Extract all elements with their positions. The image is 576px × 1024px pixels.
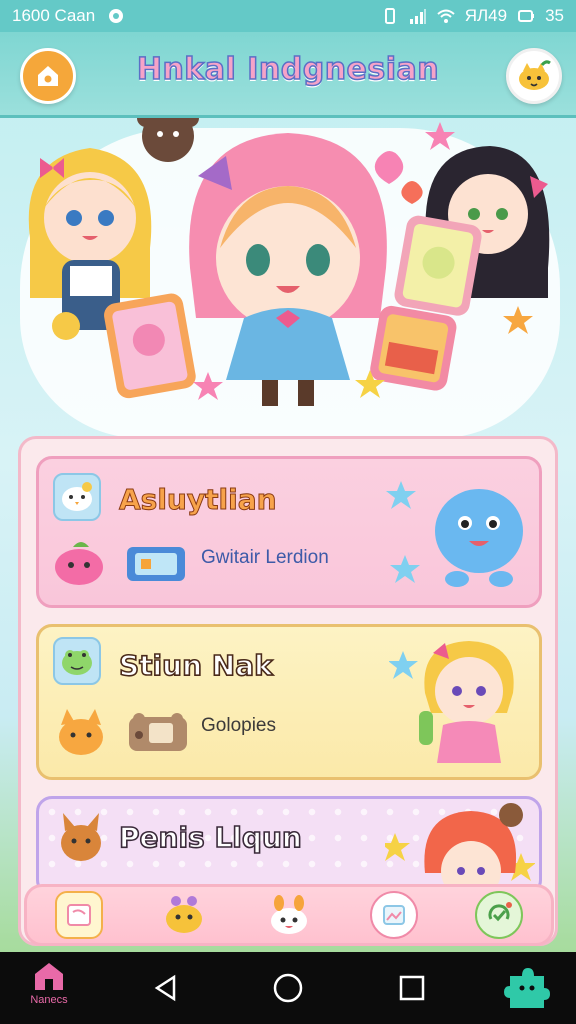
lesson-card-3[interactable]: Penis Llqun — [36, 796, 542, 896]
book-icon — [67, 904, 92, 926]
battery-icon — [518, 10, 535, 22]
tablet-right-bottom — [370, 305, 457, 391]
game-device-icon — [127, 547, 185, 581]
nav-home-button[interactable] — [270, 970, 306, 1006]
nav-back-button[interactable] — [148, 970, 184, 1006]
tab-progress[interactable] — [474, 891, 523, 939]
home-circle-icon — [273, 973, 303, 1003]
wifi-icon — [437, 9, 455, 23]
card-3-title: Penis Llqun — [118, 820, 302, 855]
card-2-subtitle: Golopies — [201, 715, 276, 736]
heart-decoration — [374, 151, 404, 184]
house-icon — [35, 963, 63, 990]
status-bar: 1600 Caan ЯЛ49 35 — [0, 0, 576, 32]
tab-books[interactable] — [55, 891, 104, 939]
tablet-right-top — [394, 215, 482, 316]
star-decoration — [503, 306, 533, 334]
pink-monster-icon — [55, 542, 103, 585]
mascot-icon — [519, 60, 551, 90]
home-button[interactable] — [20, 48, 76, 104]
status-network-text: ЯЛ49 — [464, 6, 508, 25]
star-decoration — [425, 122, 455, 150]
yellow-pet-icon — [166, 896, 203, 933]
card-2-title: Stiun Nak — [118, 648, 273, 683]
red-hair-kid-mascot — [385, 803, 535, 893]
lesson-card-1[interactable]: Asluytlian Gwitair Lerdion — [36, 456, 542, 608]
blue-blob-mascot — [386, 481, 523, 587]
cat-face-decoration — [52, 312, 80, 340]
puzzle-mascot-icon — [504, 968, 550, 1008]
picture-card-icon — [382, 905, 405, 925]
bottom-tab-bar — [24, 884, 554, 946]
tab-cards[interactable] — [369, 891, 418, 939]
star-decoration — [193, 372, 223, 400]
pink-hair-girl-character — [189, 133, 387, 406]
app-title: Hnkal Indgnesian — [136, 51, 440, 88]
nav-recents-button[interactable] — [394, 970, 430, 1006]
frog-icon — [62, 650, 92, 675]
app-header: Hnkal Indgnesian — [0, 32, 576, 118]
tab-friends[interactable] — [265, 891, 313, 939]
system-nav-bar: Nanecs — [0, 952, 576, 1024]
notification-icon — [109, 9, 124, 23]
lesson-card-2[interactable]: Stiun Nak Golopies — [36, 624, 542, 780]
card-1-subtitle: Gwitair Lerdion — [201, 547, 329, 568]
card-1-icon-tile — [53, 473, 101, 521]
signal-icon — [409, 9, 426, 24]
card-2-icon-tile — [53, 637, 101, 685]
retro-console-icon — [129, 713, 187, 751]
back-triangle-icon — [154, 974, 176, 1002]
kangaroo-icon — [61, 813, 101, 861]
battery-level: 35 — [545, 6, 564, 25]
tab-pets[interactable] — [160, 891, 208, 939]
hero-characters — [28, 118, 550, 406]
blonde-kid-mascot — [389, 641, 514, 763]
hero-illustration — [0, 118, 576, 440]
status-time: 1600 Caan — [12, 6, 96, 25]
nav-home-tab[interactable]: Nanecs — [14, 960, 84, 1020]
bunny-icon — [270, 895, 307, 934]
battery-saver-icon — [384, 8, 395, 24]
nav-home-label: Nanecs — [30, 994, 68, 1006]
card-1-title: Asluytlian — [119, 483, 278, 517]
chick-icon — [62, 482, 92, 511]
orange-cat-icon — [59, 709, 103, 755]
nav-puzzle-button[interactable] — [502, 964, 552, 1012]
bear-icon — [137, 118, 199, 162]
recents-square-icon — [399, 975, 425, 1001]
home-icon — [38, 66, 58, 86]
heart-decoration-small — [401, 181, 423, 204]
refresh-check-icon — [488, 902, 512, 922]
tablet-left — [104, 293, 196, 399]
profile-mascot-button[interactable] — [506, 48, 562, 104]
